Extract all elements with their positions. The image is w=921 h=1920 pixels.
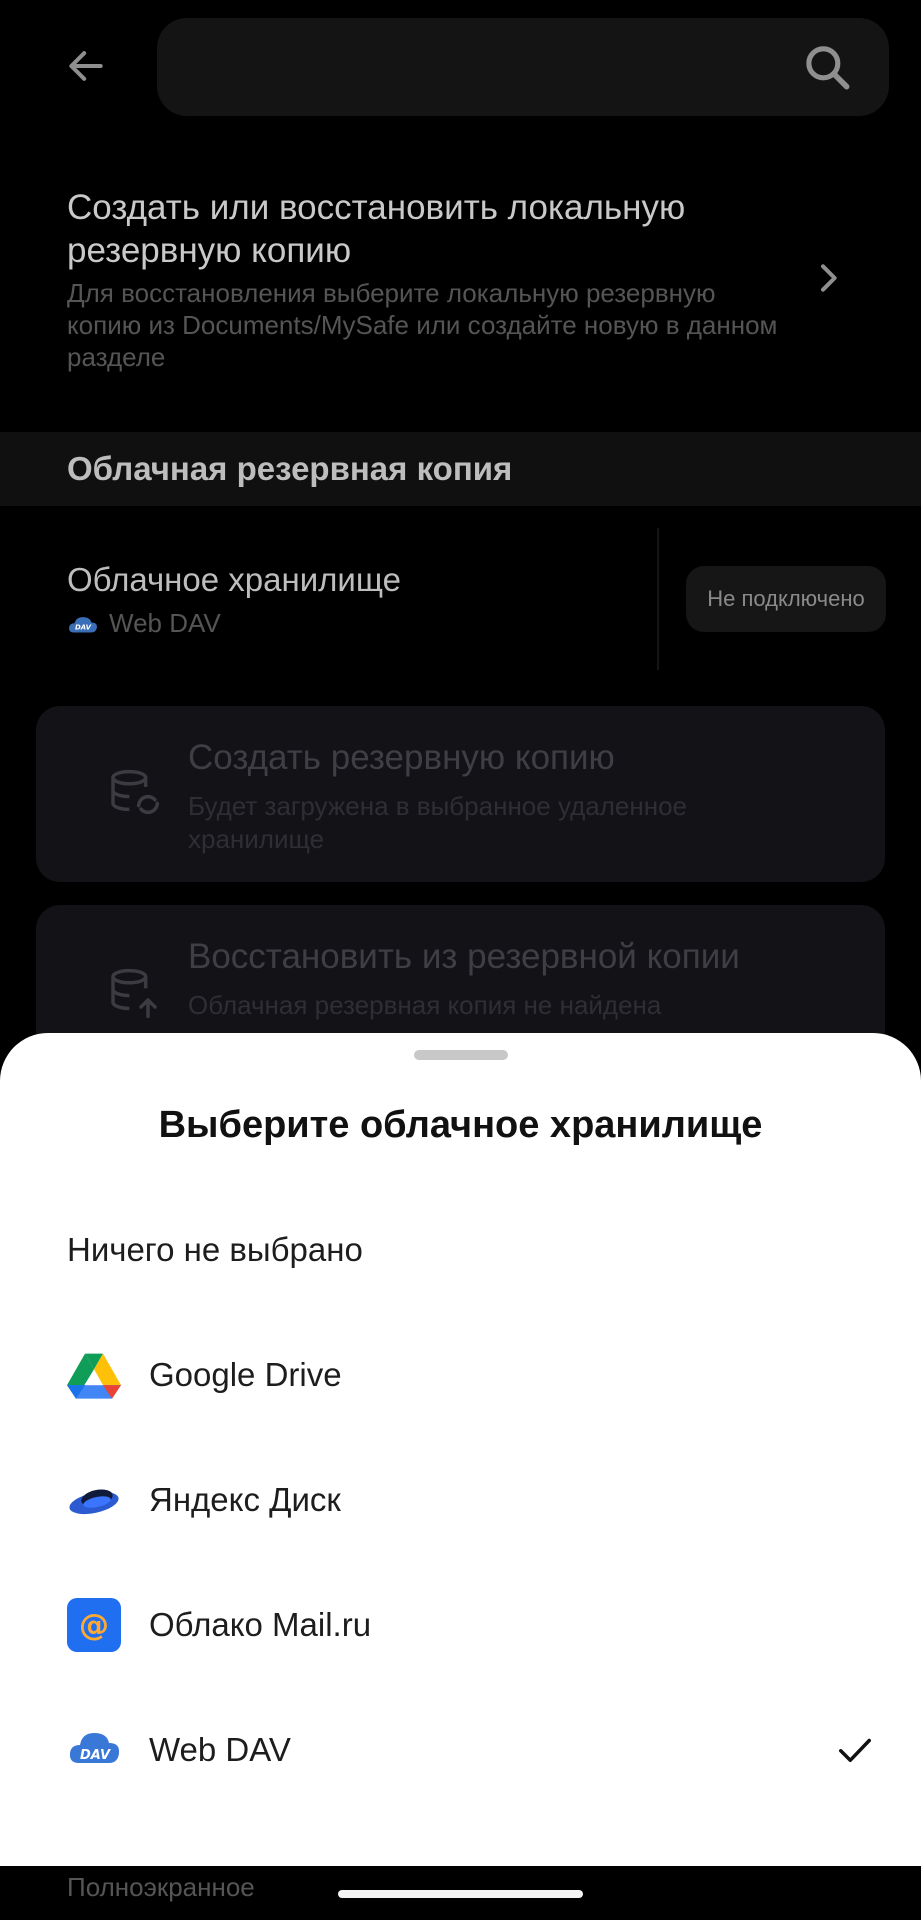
option-label: Ничего не выбрано [67, 1231, 363, 1268]
mail-ru-cloud-icon: @ [67, 1598, 121, 1652]
webdav-icon: DAV [69, 616, 97, 632]
option-webdav[interactable]: DAV Web DAV [0, 1695, 921, 1805]
chevron-right-icon [808, 258, 848, 298]
cloud-storage-value-label: Web DAV [109, 608, 221, 638]
card-subtitle: Будет загружена в выбранное удаленное хр… [188, 791, 687, 854]
cloud-storage-value: DAV Web DAV [67, 608, 221, 639]
local-backup-title: Создать или восстановить локальную резер… [67, 188, 686, 270]
database-sync-icon [111, 769, 160, 815]
status-badge[interactable]: Не подключено [686, 566, 886, 632]
fullscreen-setting-label: Полноэкранное [67, 1872, 255, 1902]
sheet-title: Выберите облачное хранилище [158, 1104, 763, 1146]
svg-text:DAV: DAV [80, 1748, 111, 1763]
divider [657, 528, 659, 670]
search-icon[interactable] [800, 40, 856, 96]
option-label: Яндекс Диск [149, 1481, 341, 1518]
option-label: Google Drive [149, 1356, 342, 1393]
card-title: Восстановить из резервной копии [188, 937, 740, 976]
webdav-icon: DAV [69, 1733, 120, 1763]
option-mail-ru-cloud[interactable]: @ Облако Mail.ru [0, 1570, 921, 1680]
svg-text:DAV: DAV [75, 623, 92, 631]
option-google-drive[interactable]: Google Drive [0, 1320, 921, 1430]
section-title: Облачная резервная копия [67, 450, 513, 487]
home-indicator[interactable] [338, 1890, 583, 1898]
database-upload-icon [111, 968, 157, 1019]
option-label: Web DAV [149, 1731, 291, 1768]
drag-handle[interactable] [414, 1050, 508, 1060]
option-label: Облако Mail.ru [149, 1606, 372, 1643]
svg-text:@: @ [79, 1608, 109, 1643]
google-drive-icon [67, 1353, 121, 1399]
back-button[interactable] [50, 30, 122, 102]
local-backup-subtitle: Для восстановления выберите локальную ре… [67, 278, 778, 372]
option-yandex-disk[interactable]: Яндекс Диск [0, 1445, 921, 1555]
cloud-storage-title[interactable]: Облачное хранилище [67, 561, 401, 599]
option-none[interactable]: Ничего не выбрано [0, 1195, 921, 1305]
arrow-left-icon [69, 51, 103, 81]
check-icon [839, 1738, 871, 1763]
yandex-disk-icon [69, 1489, 119, 1515]
card-subtitle: Облачная резервная копия не найдена [188, 990, 662, 1020]
create-backup-card[interactable]: Создать резервную копию Будет загружена … [36, 706, 885, 882]
card-title: Создать резервную копию [188, 738, 615, 777]
search-input[interactable] [157, 18, 889, 116]
